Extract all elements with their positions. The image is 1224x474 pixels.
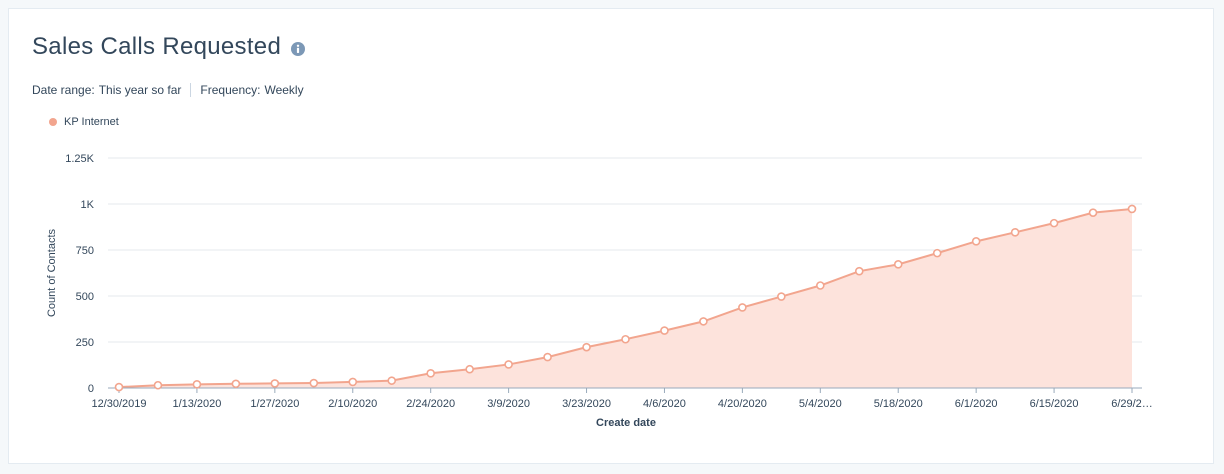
data-point[interactable]	[543, 352, 552, 362]
data-point[interactable]	[777, 292, 786, 301]
x-tick-label: 2/24/2020	[406, 398, 455, 410]
x-tick-label: 5/18/2020	[874, 398, 923, 410]
data-point[interactable]	[816, 281, 825, 290]
x-tick-label: 6/29/2…	[1111, 398, 1153, 410]
y-axis-title: Count of Contacts	[46, 228, 58, 317]
data-point[interactable]	[309, 378, 319, 388]
data-point[interactable]	[348, 377, 358, 387]
area-layer	[118, 207, 1133, 389]
data-point[interactable]	[932, 248, 942, 258]
x-tick-label: 6/1/2020	[955, 398, 998, 410]
x-tick-label: 2/10/2020	[328, 398, 377, 410]
data-point[interactable]	[582, 342, 591, 352]
series-area-fill	[119, 208, 1132, 388]
data-point[interactable]	[192, 380, 202, 389]
x-tick-label: 6/15/2020	[1030, 398, 1079, 410]
data-point[interactable]	[270, 379, 280, 388]
data-point[interactable]	[426, 368, 435, 378]
data-point[interactable]	[114, 382, 124, 392]
data-point[interactable]	[153, 380, 163, 390]
data-point[interactable]	[854, 266, 864, 276]
data-point[interactable]	[621, 334, 630, 344]
data-point[interactable]	[504, 360, 513, 369]
y-tick-label: 1K	[81, 199, 95, 211]
data-point[interactable]	[1049, 218, 1059, 228]
y-tick-label: 750	[76, 245, 94, 257]
data-point[interactable]	[738, 303, 747, 312]
data-point[interactable]	[971, 237, 981, 246]
x-tick-label: 4/20/2020	[718, 398, 767, 410]
data-point[interactable]	[893, 260, 903, 269]
y-tick-label: 250	[76, 337, 94, 349]
data-point[interactable]	[387, 376, 397, 385]
x-tick-label: 4/6/2020	[643, 398, 686, 410]
data-point[interactable]	[699, 317, 708, 326]
y-tick-label: 500	[76, 291, 94, 303]
x-tick-label: 3/9/2020	[487, 398, 530, 410]
axes	[108, 387, 1142, 393]
data-point[interactable]	[231, 379, 241, 389]
y-tick-label: 1.25K	[65, 153, 94, 165]
x-tick-label: 12/30/2019	[91, 398, 146, 410]
data-point[interactable]	[1127, 204, 1137, 214]
line-chart: 0 250 500 750 1K 1.25K 12/30/2019 1/13/2020 1/27…	[46, 153, 1153, 429]
data-point[interactable]	[660, 326, 669, 335]
data-point[interactable]	[1088, 208, 1098, 217]
x-tick-label: 1/13/2020	[172, 398, 221, 410]
data-point[interactable]	[465, 364, 474, 374]
y-tick-label: 0	[88, 383, 94, 395]
data-point[interactable]	[1010, 228, 1020, 237]
x-tick-label: 5/4/2020	[799, 398, 842, 410]
x-axis-title: Create date	[596, 417, 656, 429]
x-tick-label: 3/23/2020	[562, 398, 611, 410]
x-tick-label: 1/27/2020	[250, 398, 299, 410]
